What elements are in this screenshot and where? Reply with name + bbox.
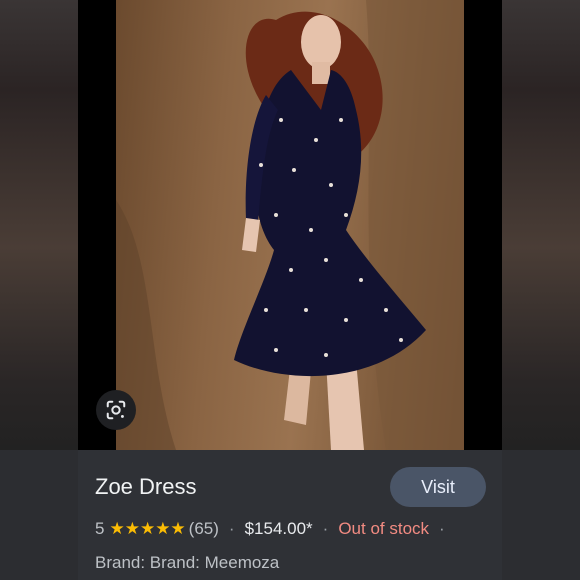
rating-value: 5 bbox=[95, 519, 105, 538]
backdrop-right bbox=[502, 0, 580, 450]
availability-status: Out of stock bbox=[338, 519, 430, 538]
separator-dot: · bbox=[439, 519, 445, 538]
backdrop-left bbox=[0, 0, 78, 450]
product-price: $154.00* bbox=[244, 519, 313, 538]
product-image-frame[interactable] bbox=[78, 0, 502, 450]
product-title: Zoe Dress bbox=[95, 474, 197, 499]
review-count: (65) bbox=[188, 519, 219, 538]
product-meta-row: 5 ★★★★★ (65) · $154.00* · Out of stock · bbox=[95, 519, 455, 539]
separator-dot: · bbox=[322, 519, 329, 538]
visit-button[interactable]: Visit bbox=[390, 467, 486, 507]
star-rating-icon: ★★★★★ bbox=[109, 519, 186, 538]
separator-dot: · bbox=[228, 519, 235, 538]
product-image bbox=[116, 0, 464, 450]
google-lens-button[interactable] bbox=[96, 390, 136, 430]
brand-line: Brand: Brand: Meemoza bbox=[95, 553, 280, 572]
product-info-card: Zoe Dress Visit 5 ★★★★★ (65) · $154.00* … bbox=[78, 450, 502, 580]
google-lens-icon bbox=[106, 400, 126, 420]
